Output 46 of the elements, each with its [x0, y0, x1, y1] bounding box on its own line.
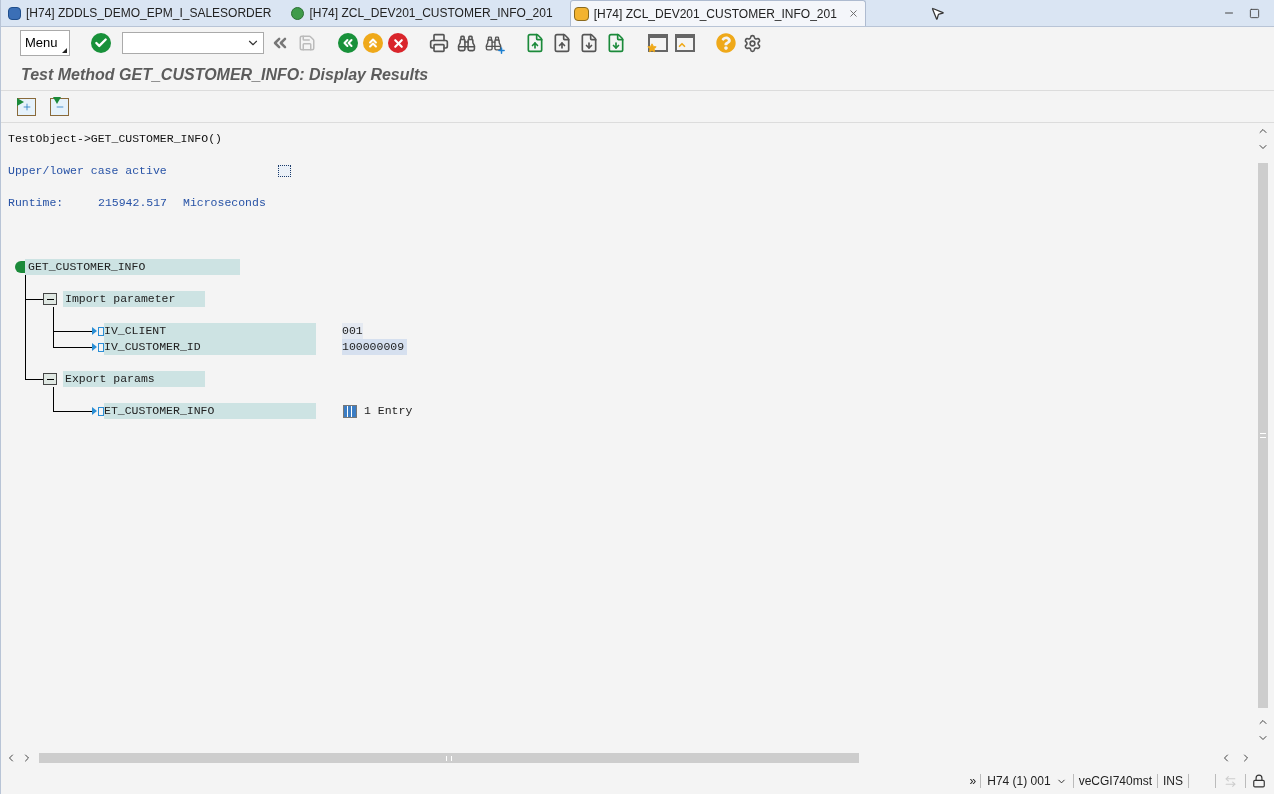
- parameter-value[interactable]: 100000009: [342, 339, 408, 355]
- expand-all-icon[interactable]: [17, 97, 36, 116]
- system-info[interactable]: H74 (1) 001: [981, 772, 1073, 790]
- scrollbar-thumb[interactable]: [39, 753, 859, 763]
- mouse-cursor-icon: [929, 5, 945, 21]
- method-icon: [15, 261, 25, 273]
- tree-node[interactable]: GET_CUSTOMER_INFO: [25, 259, 240, 275]
- tree-node[interactable]: Export params: [63, 371, 205, 387]
- overflow-toggle[interactable]: »: [965, 772, 981, 790]
- server-name: veCGI740mst: [1077, 773, 1153, 790]
- printer-icon[interactable]: [428, 32, 450, 54]
- runtime-value: 215942.517: [98, 195, 168, 211]
- editor-tab[interactable]: [H74] ZCL_DEV201_CUSTOMER_INFO_201: [569, 0, 866, 26]
- class-icon: [291, 6, 305, 20]
- collapse-all-icon[interactable]: [50, 97, 69, 116]
- folder-icon[interactable]: [43, 293, 57, 305]
- document-icon: [8, 6, 21, 20]
- close-icon[interactable]: [847, 8, 859, 19]
- parameter-name[interactable]: IV_CUSTOMER_ID: [104, 339, 316, 355]
- table-icon[interactable]: [343, 404, 357, 418]
- editor-tab[interactable]: [H74] ZDDLS_DEMO_EPM_I_SALESORDER: [5, 0, 275, 26]
- screen-title: Test Method GET_CUSTOMER_INFO: Display Results: [21, 64, 429, 85]
- maximize-icon[interactable]: [1249, 7, 1260, 19]
- parameter-name[interactable]: ET_CUSTOMER_INFO: [104, 403, 316, 419]
- command-field[interactable]: [122, 32, 264, 54]
- method-call: TestObject->GET_CUSTOMER_INFO(): [8, 131, 222, 147]
- expand-arrow-icon[interactable]: [92, 407, 97, 415]
- option-label: Upper/lower case active: [8, 163, 168, 179]
- back-icon[interactable]: [338, 33, 358, 53]
- check-icon[interactable]: [91, 33, 111, 53]
- input-mode: INS: [1162, 773, 1184, 790]
- lock-icon[interactable]: [1252, 774, 1266, 788]
- runtime-label: Runtime:: [8, 195, 65, 211]
- runtime-unit: Microseconds: [183, 195, 266, 211]
- parameter-name[interactable]: IV_CLIENT: [104, 323, 316, 339]
- parameter-value[interactable]: 001: [342, 323, 363, 339]
- corner-mark-icon: [62, 48, 67, 53]
- star-window-icon[interactable]: [647, 32, 669, 54]
- window-icon: [573, 6, 589, 21]
- tree-node[interactable]: Import parameter: [63, 291, 205, 307]
- case-checkbox[interactable]: [278, 165, 291, 177]
- editor-tab[interactable]: [H74] ZCL_DEV201_CUSTOMER_INFO_201: [288, 0, 556, 26]
- folder-icon[interactable]: [43, 373, 57, 385]
- menu-button[interactable]: Menu: [20, 30, 70, 56]
- cancel-icon[interactable]: [388, 33, 408, 53]
- scrollbar-thumb[interactable]: [1258, 163, 1268, 708]
